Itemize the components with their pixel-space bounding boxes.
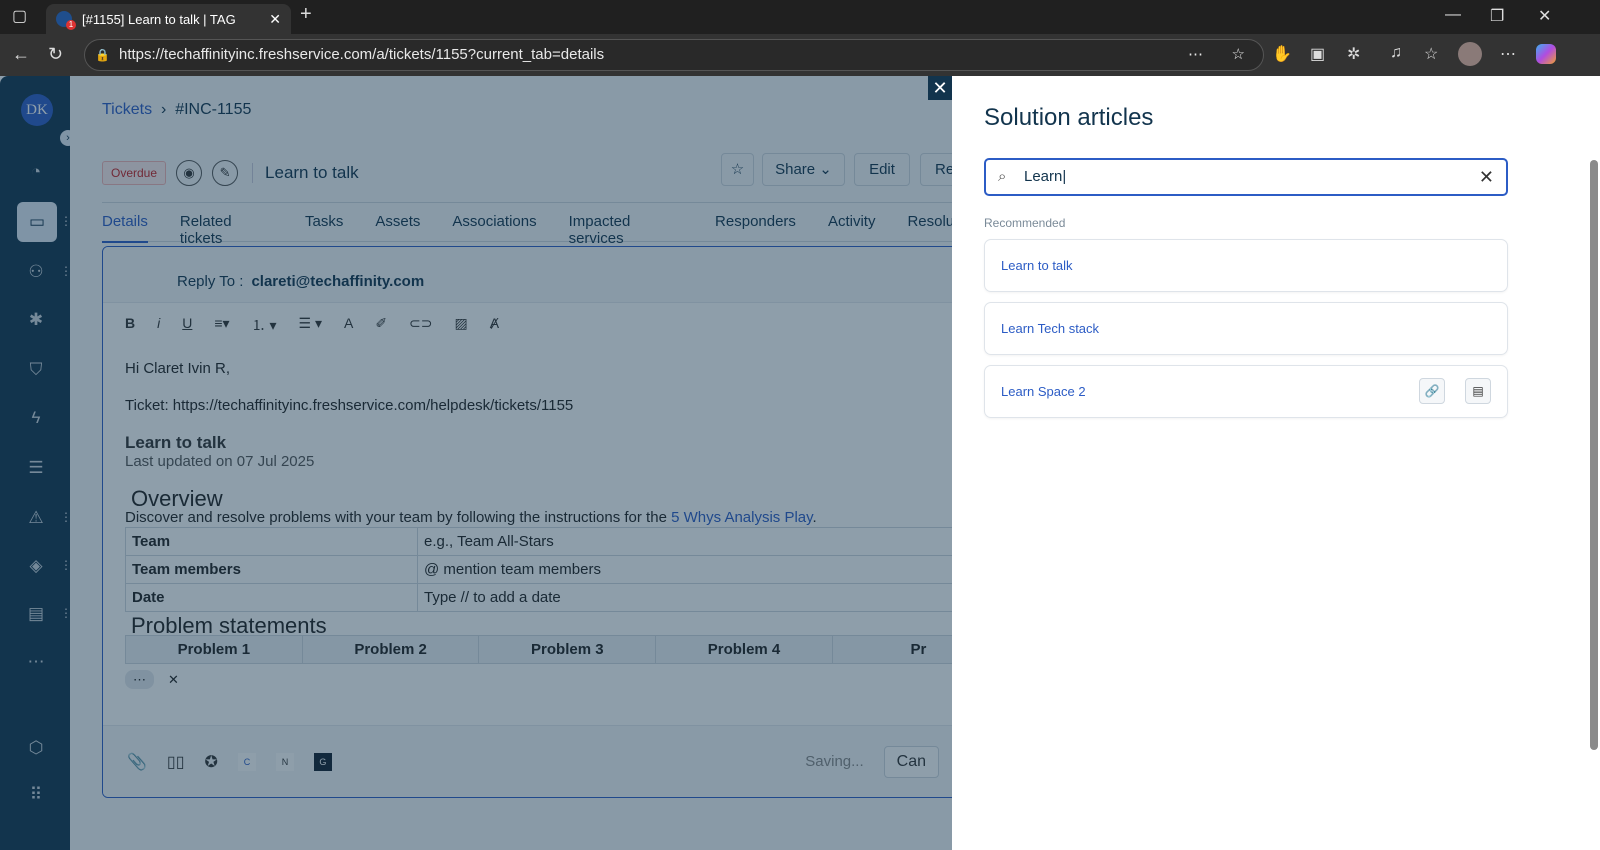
insert-content-icon[interactable]: ▤ bbox=[1465, 378, 1491, 404]
close-window-icon[interactable]: ✕ bbox=[1538, 6, 1551, 26]
favicon-icon bbox=[56, 11, 76, 30]
lock-icon: 🔒 bbox=[95, 48, 110, 62]
restore-icon[interactable]: ❐ bbox=[1490, 6, 1504, 26]
search-icon: ⌕ bbox=[998, 168, 1007, 185]
solution-articles-panel: Solution articles ⌕ Learn| ✕ Recommended L… bbox=[952, 76, 1600, 850]
article-card[interactable]: Learn Tech stack bbox=[984, 302, 1508, 355]
article-search-input[interactable]: ⌕ Learn| ✕ bbox=[984, 158, 1508, 196]
sidebar-toggle-icon[interactable]: ▢ bbox=[12, 6, 27, 26]
extensions-icon[interactable]: ✲ bbox=[1347, 44, 1360, 64]
adblock-icon[interactable]: ✋ bbox=[1272, 44, 1292, 64]
article-link[interactable]: Learn Tech stack bbox=[1001, 321, 1099, 336]
copilot-icon[interactable] bbox=[1536, 44, 1556, 64]
favorite-star-icon[interactable]: ☆ bbox=[1232, 40, 1245, 70]
minimize-icon[interactable]: — bbox=[1445, 6, 1461, 24]
scrollbar[interactable] bbox=[1590, 160, 1598, 750]
panel-title: Solution articles bbox=[984, 104, 1154, 131]
article-link[interactable]: Learn Space 2 bbox=[1001, 384, 1086, 399]
address-bar: ← ↻ 🔒 https://techaffinityinc.freshservic… bbox=[0, 34, 1600, 76]
browser-tab-bar: ▢ [#1155] Learn to talk | TAG ✕ + — ❐ ✕ bbox=[0, 0, 1600, 34]
refresh-icon[interactable]: ↻ bbox=[48, 44, 63, 65]
new-tab-icon[interactable]: + bbox=[300, 3, 312, 26]
app: DK ◔ ▭ ⋮ ⚇ ⋮ ✱ ⛉ ϟ ☰ ⚠ ⋮ ◈ ⋮ ▤ ⋮ ⋯ ⬡ ⠿ ›… bbox=[0, 76, 1600, 850]
menu-icon[interactable]: ⋯ bbox=[1500, 44, 1516, 64]
favorites-icon[interactable]: ☆ bbox=[1424, 44, 1438, 64]
article-card[interactable]: Learn to talk bbox=[984, 239, 1508, 292]
modal-backdrop[interactable] bbox=[0, 76, 952, 850]
more-options-icon[interactable]: ⋯ bbox=[1188, 40, 1203, 70]
clear-search-icon[interactable]: ✕ bbox=[1479, 160, 1494, 194]
tab-title: [#1155] Learn to talk | TAG bbox=[82, 11, 236, 27]
screen-capture-icon[interactable]: ▣ bbox=[1310, 44, 1325, 64]
close-tab-icon[interactable]: ✕ bbox=[269, 11, 281, 28]
article-card[interactable]: Learn Space 2 🔗 ▤ bbox=[984, 365, 1508, 418]
back-icon[interactable]: ← bbox=[12, 44, 30, 65]
article-link[interactable]: Learn to talk bbox=[1001, 258, 1073, 273]
media-icon[interactable]: ♫ bbox=[1390, 44, 1402, 62]
profile-avatar[interactable] bbox=[1458, 42, 1482, 66]
close-panel-icon[interactable]: ✕ bbox=[928, 76, 952, 100]
url-text: https://techaffinityinc.freshservice.com… bbox=[119, 46, 605, 63]
insert-link-icon[interactable]: 🔗 bbox=[1419, 378, 1445, 404]
browser-tab[interactable]: [#1155] Learn to talk | TAG ✕ bbox=[46, 4, 291, 34]
url-input[interactable]: 🔒 https://techaffinityinc.freshservice.co… bbox=[84, 39, 1264, 71]
recommended-label: Recommended bbox=[984, 216, 1066, 230]
search-value: Learn bbox=[1024, 168, 1063, 185]
